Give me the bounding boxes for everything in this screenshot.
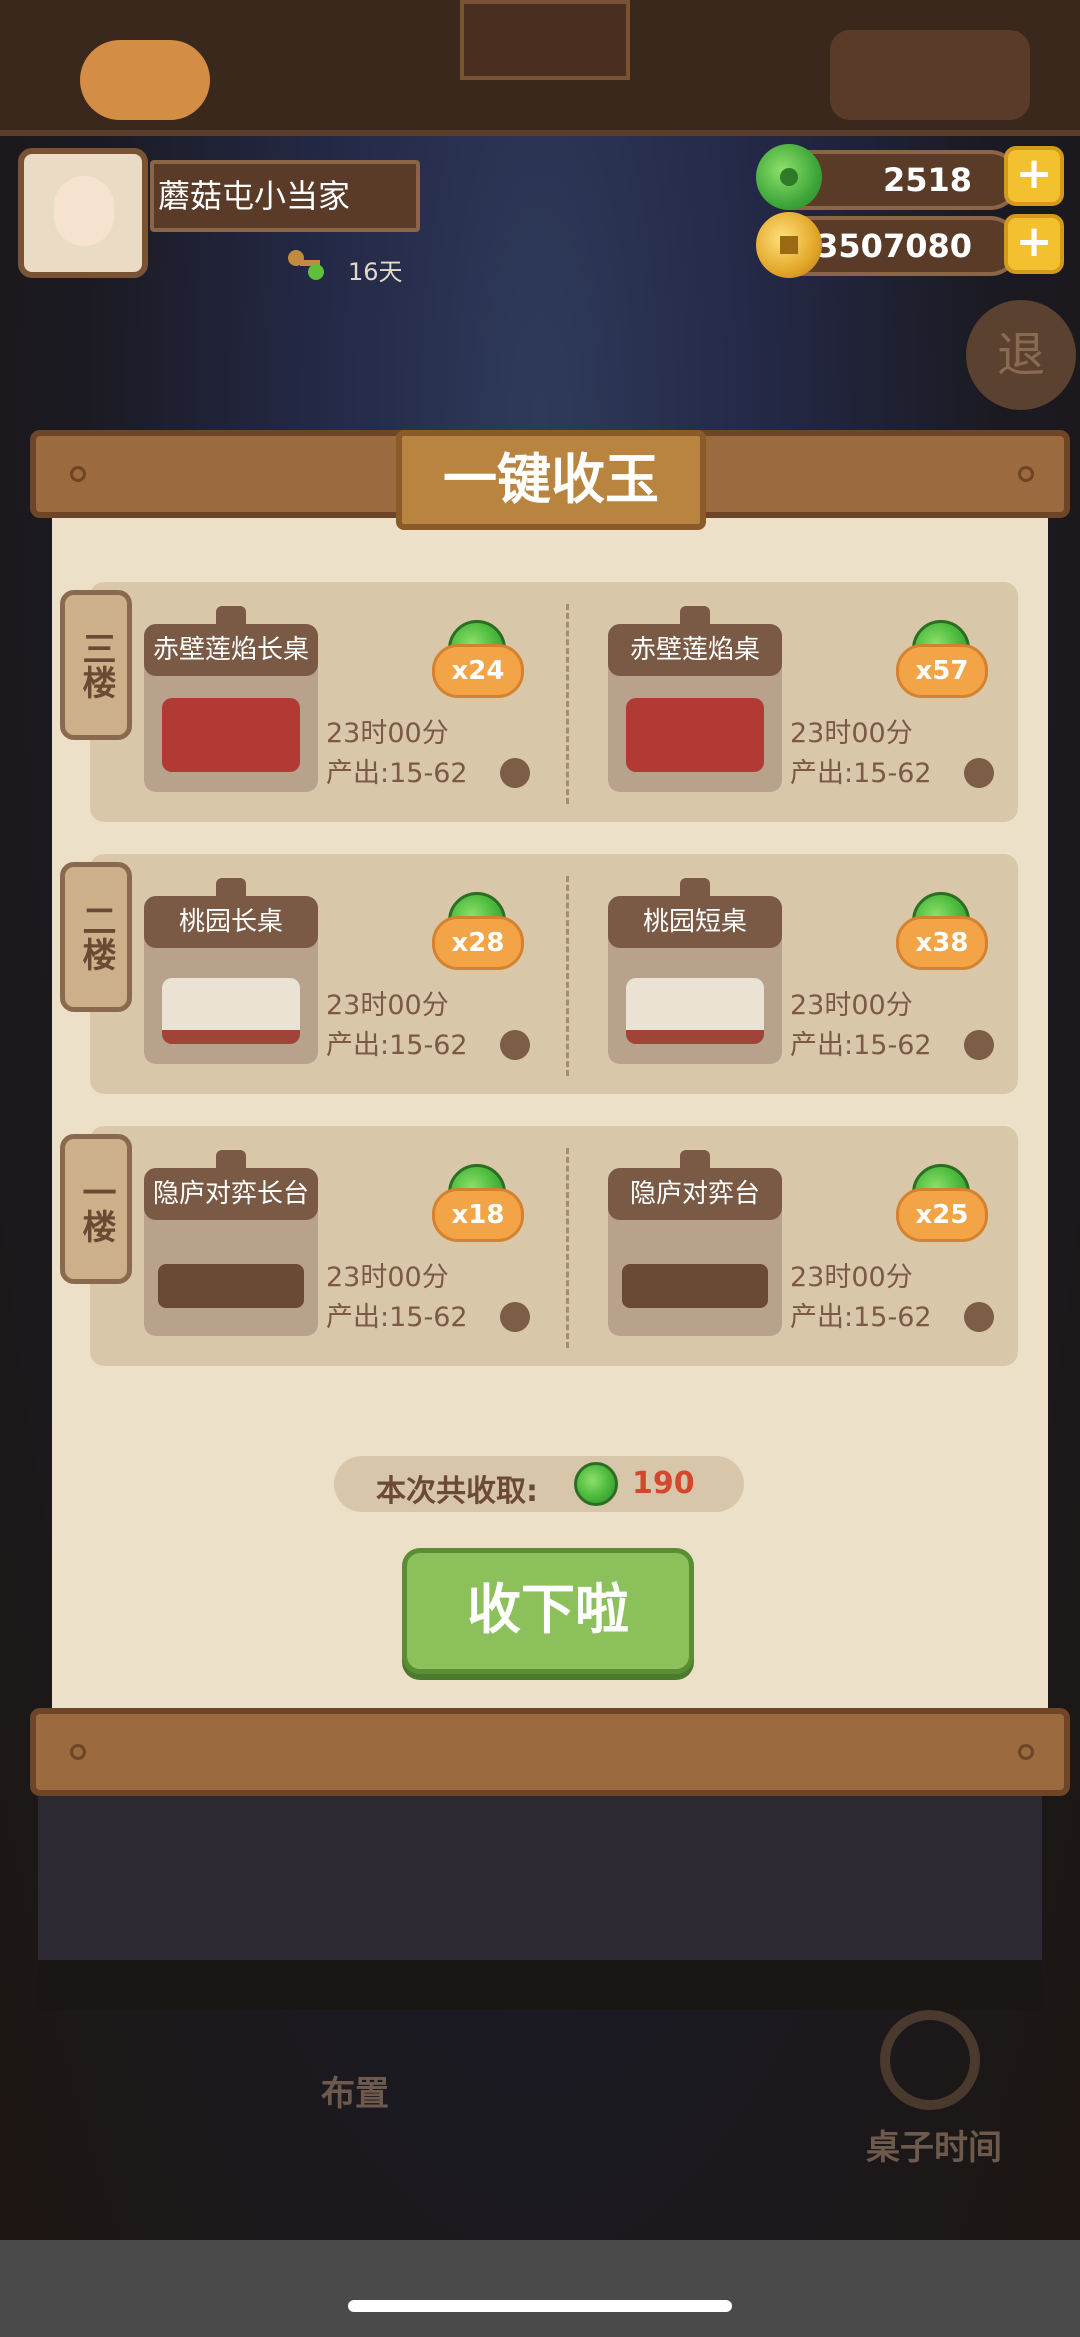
modal-title: 一键收玉 xyxy=(396,430,706,530)
nail-icon xyxy=(1018,1744,1034,1760)
label-hook xyxy=(680,1150,710,1170)
table-output: 产出:15-62 xyxy=(790,1030,932,1061)
plus-icon: + xyxy=(1015,148,1053,199)
exit-button[interactable]: 退 xyxy=(966,300,1076,410)
table-time: 23时00分 xyxy=(790,990,913,1021)
table-illustration xyxy=(162,978,300,1044)
coin-icon xyxy=(500,1302,530,1332)
jade-count-badge: x24 xyxy=(432,644,524,698)
table-output: 产出:15-62 xyxy=(790,1302,932,1333)
label-hook xyxy=(680,878,710,898)
table-output: 产出:15-62 xyxy=(790,758,932,789)
exit-button-label: 退 xyxy=(996,327,1045,383)
nail-icon xyxy=(1018,466,1034,482)
layout-button-label: 布置 xyxy=(321,2074,389,2114)
jade-count-badge: x28 xyxy=(432,916,524,970)
table-time: 23时00分 xyxy=(790,1262,913,1293)
table-output: 产出:15-62 xyxy=(326,758,468,789)
table-time: 23时00分 xyxy=(790,718,913,749)
jade-count-badge: x25 xyxy=(896,1188,988,1242)
bottom-strip xyxy=(0,2240,1080,2337)
top-shelf-portrait-decoration xyxy=(460,0,630,80)
label-hook xyxy=(216,606,246,626)
player-name[interactable]: 蘑菇屯小当家 xyxy=(150,160,420,232)
divider xyxy=(566,1148,569,1348)
coin-icon xyxy=(500,758,530,788)
jade-icon xyxy=(574,1462,618,1506)
jade-count-badge: x38 xyxy=(896,916,988,970)
top-shelf-cat-decoration xyxy=(80,40,210,120)
table-output: 产出:15-62 xyxy=(326,1302,468,1333)
modal-bottom-rail xyxy=(30,1708,1070,1796)
table-name: 赤壁莲焰长桌 xyxy=(144,624,318,676)
avatar-face xyxy=(54,176,114,246)
layout-button[interactable]: 布置 xyxy=(300,2066,410,2115)
summary-value: 190 xyxy=(632,1466,695,1501)
table-time: 23时00分 xyxy=(326,718,449,749)
table-illustration xyxy=(622,1264,768,1308)
table-time: 23时00分 xyxy=(326,1262,449,1293)
summary-label: 本次共收取: xyxy=(376,1474,538,1509)
coin-icon xyxy=(756,212,822,278)
floor-tag: 三楼 xyxy=(60,590,132,740)
collect-button-label: 收下啦 xyxy=(467,1578,629,1641)
label-hook xyxy=(680,606,710,626)
jade-icon xyxy=(756,144,822,210)
table-name: 桃园长桌 xyxy=(144,896,318,948)
divider xyxy=(566,876,569,1076)
label-hook xyxy=(216,878,246,898)
collect-button[interactable]: 收下啦 xyxy=(402,1548,694,1674)
key-icon xyxy=(288,250,324,280)
table-output: 产出:15-62 xyxy=(326,1030,468,1061)
table-illustration xyxy=(626,698,764,772)
table-illustration xyxy=(158,1264,304,1308)
coin-icon xyxy=(964,1030,994,1060)
coin-icon xyxy=(964,1302,994,1332)
plus-icon: + xyxy=(1015,216,1053,267)
floor-tag: 一楼 xyxy=(60,1134,132,1284)
nail-icon xyxy=(70,1744,86,1760)
jade-count-badge: x18 xyxy=(432,1188,524,1242)
table-name: 隐庐对弈长台 xyxy=(144,1168,318,1220)
clock-icon xyxy=(880,2010,980,2110)
table-time-button-label: 桌子时间 xyxy=(866,2128,1002,2168)
table-name: 隐庐对弈台 xyxy=(608,1168,782,1220)
home-indicator[interactable] xyxy=(348,2300,732,2312)
floor-tag: 二楼 xyxy=(60,862,132,1012)
add-jade-button[interactable]: + xyxy=(1004,146,1064,206)
restaurant-floor xyxy=(38,1960,1042,2010)
add-coin-button[interactable]: + xyxy=(1004,214,1064,274)
divider xyxy=(566,604,569,804)
coin-hole xyxy=(780,236,798,254)
coin-icon xyxy=(500,1030,530,1060)
top-shelf-figures-decoration xyxy=(830,30,1030,120)
jade-balance-value: 2518 xyxy=(882,161,972,199)
jade-hole xyxy=(780,168,798,186)
table-illustration xyxy=(626,978,764,1044)
table-name: 桃园短桌 xyxy=(608,896,782,948)
table-time-button[interactable]: 桌子时间 xyxy=(834,2120,1034,2169)
table-time: 23时00分 xyxy=(326,990,449,1021)
jade-count-badge: x57 xyxy=(896,644,988,698)
label-hook xyxy=(216,1150,246,1170)
table-name: 赤壁莲焰桌 xyxy=(608,624,782,676)
days-count: 16天 xyxy=(348,258,403,286)
coin-icon xyxy=(964,758,994,788)
avatar[interactable] xyxy=(18,148,148,278)
table-illustration xyxy=(162,698,300,772)
nail-icon xyxy=(70,466,86,482)
